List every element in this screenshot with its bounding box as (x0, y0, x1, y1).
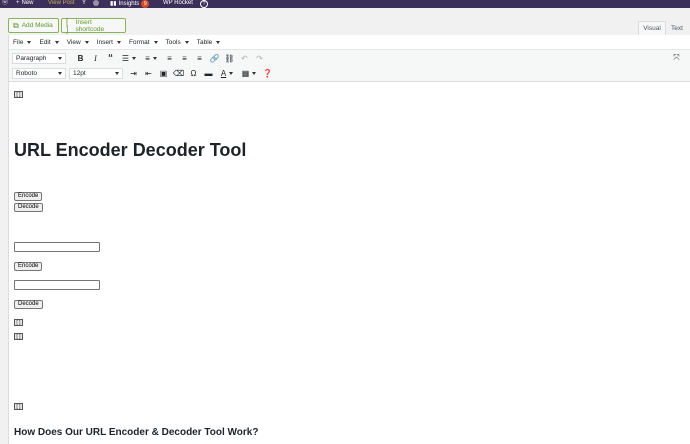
horizontal-rule-icon[interactable]: ▬ (201, 67, 216, 81)
unlink-icon[interactable]: ⛓ (222, 51, 237, 65)
menu-view[interactable]: View (67, 39, 89, 46)
undo-icon[interactable]: ↶ (237, 51, 252, 65)
table-icon[interactable]: ▦ (238, 67, 260, 81)
menu-insert[interactable]: Insert (97, 39, 121, 46)
text-color-icon[interactable]: A (216, 67, 238, 81)
menu-tools[interactable]: Tools (166, 39, 189, 46)
admin-bar-new[interactable]: + New (16, 0, 34, 6)
editor-content[interactable]: [ ] URL Encoder Decoder Tool Encode Deco… (9, 82, 690, 444)
menu-format[interactable]: Format (129, 39, 158, 46)
page-title: URL Encoder Decoder Tool (14, 140, 247, 160)
chevron-down-icon (58, 72, 62, 75)
numbered-list-icon[interactable]: ≡ (140, 51, 162, 65)
chevron-down-icon (84, 40, 89, 44)
shortcode-placeholder-icon[interactable]: [ ] (14, 319, 23, 326)
align-left-icon[interactable]: ≡ (162, 51, 177, 65)
special-character-icon[interactable]: Ω (186, 67, 201, 81)
fullscreen-icon[interactable]: ⤧ (669, 51, 684, 65)
format-select[interactable]: Paragraph (12, 52, 66, 64)
admin-bar-view-post[interactable]: View Post (48, 0, 75, 6)
add-media-button[interactable]: ⧉ Add Media (8, 18, 59, 33)
editor-toolbar-secondary: Roboto 12pt ⇥ ⇤ ▣ ⌫ Ω ▬ A ▦ ❓ (9, 66, 690, 82)
decode-input[interactable] (14, 280, 100, 290)
font-family-select[interactable]: Roboto (12, 68, 66, 79)
editor: File Edit View Insert Format Tools Table… (8, 35, 690, 444)
chevron-down-icon (216, 40, 221, 44)
outdent-icon[interactable]: ⇤ (141, 67, 156, 81)
admin-bar: ⓦ + New View Post Y ▮▮ Insights 9 WP Roc… (0, 0, 690, 8)
encode-button-secondary[interactable]: Encode (14, 262, 43, 271)
bold-icon[interactable]: B (73, 51, 88, 65)
editor-menubar: File Edit View Insert Format Tools Table (9, 35, 690, 50)
shortcode-placeholder-icon[interactable]: [ ] (14, 333, 23, 340)
clear-formatting-icon[interactable]: ⌫ (171, 67, 186, 81)
shortcode-placeholder-icon[interactable]: [ ] (14, 403, 23, 410)
blockquote-icon[interactable]: “ (103, 51, 118, 65)
decode-button-secondary[interactable]: Decode (14, 300, 43, 309)
font-size-select[interactable]: 12pt (69, 68, 123, 79)
chevron-down-icon (27, 40, 32, 44)
bulleted-list-icon[interactable]: ☰ (118, 51, 140, 65)
section-heading: How Does Our URL Encoder & Decoder Tool … (14, 427, 259, 438)
encode-button[interactable]: Encode (14, 192, 43, 201)
indent-icon[interactable]: ⇥ (126, 67, 141, 81)
help-icon[interactable]: ? (200, 0, 208, 8)
status-dot-icon (93, 0, 99, 6)
chevron-down-icon (153, 40, 158, 44)
chevron-down-icon (58, 56, 62, 60)
menu-table[interactable]: Table (197, 39, 221, 46)
plus-icon: + (16, 0, 20, 6)
chevron-down-icon (184, 40, 189, 44)
yoast-icon[interactable]: Y (82, 0, 86, 6)
wp-logo-icon[interactable]: ⓦ (2, 0, 8, 6)
media-icon: ⧉ (13, 20, 19, 30)
chevron-down-icon (115, 72, 119, 75)
bar-chart-icon: ▮▮ (110, 1, 117, 7)
encode-input[interactable] (14, 242, 100, 252)
redo-icon[interactable]: ↷ (252, 51, 267, 65)
editor-toolbar-primary: Paragraph B I “ ☰ ≡ ≡ ≡ ≡ 🔗 ⛓ ↶ ↷ ⤧ (9, 50, 690, 66)
tab-text[interactable]: Text (666, 21, 688, 35)
tab-visual[interactable]: Visual (638, 21, 666, 35)
decode-button[interactable]: Decode (14, 203, 43, 212)
shortcode-icon: [ ] (66, 16, 69, 34)
paste-text-icon[interactable]: ▣ (156, 67, 171, 81)
italic-icon[interactable]: I (88, 51, 103, 65)
align-center-icon[interactable]: ≡ (177, 51, 192, 65)
align-right-icon[interactable]: ≡ (192, 51, 207, 65)
chevron-down-icon (116, 40, 121, 44)
chevron-down-icon (54, 40, 59, 44)
admin-bar-wp-rocket[interactable]: WP Rocket (163, 0, 193, 6)
help-icon[interactable]: ❓ (260, 67, 275, 81)
menu-edit[interactable]: Edit (39, 39, 59, 46)
shortcode-placeholder-icon[interactable]: [ ] (14, 91, 23, 98)
insights-badge: 9 (141, 0, 150, 8)
admin-bar-insights[interactable]: ▮▮ Insights 9 (110, 0, 150, 8)
menu-file[interactable]: File (13, 39, 32, 46)
link-icon[interactable]: 🔗 (207, 51, 222, 65)
insert-shortcode-button[interactable]: [ ] Insert shortcode (61, 16, 126, 34)
